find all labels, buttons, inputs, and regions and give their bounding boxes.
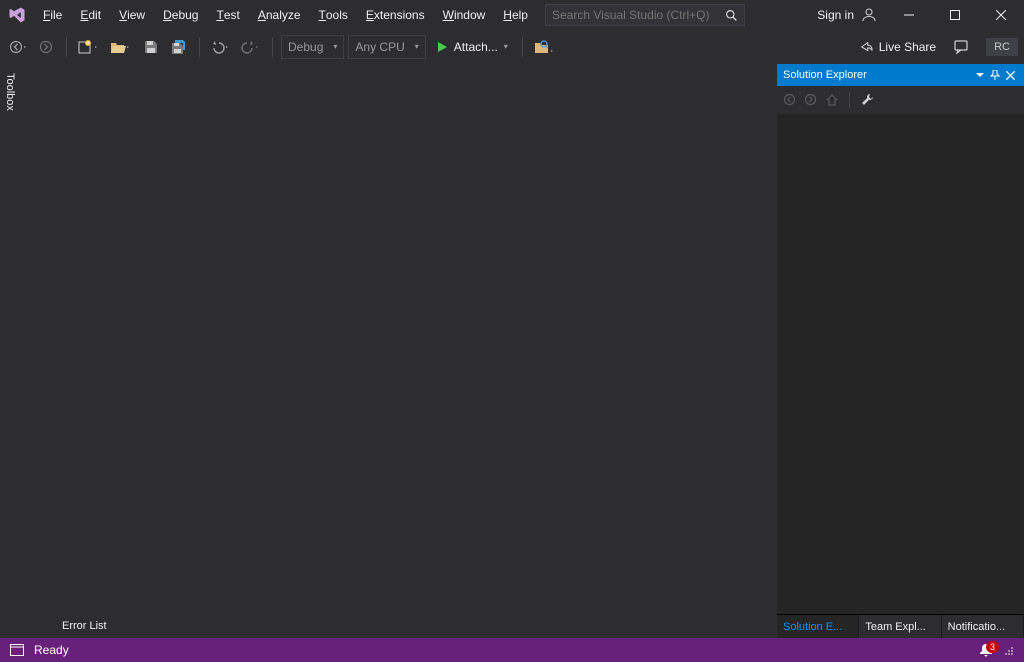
share-icon <box>859 40 873 54</box>
menu-help[interactable]: Help <box>494 0 537 30</box>
menubar: FileEditViewDebugTestAnalyzeToolsExtensi… <box>34 0 537 30</box>
sign-in-button[interactable]: Sign in <box>809 6 886 24</box>
save-all-button[interactable] <box>167 35 191 59</box>
menu-tools[interactable]: Tools <box>310 0 357 30</box>
status-text: Ready <box>34 643 69 657</box>
vs-logo <box>0 6 34 24</box>
chevron-down-icon: ▾ <box>333 42 337 51</box>
menu-test[interactable]: Test <box>207 0 248 30</box>
menu-edit[interactable]: Edit <box>71 0 110 30</box>
live-share-label: Live Share <box>879 40 936 54</box>
error-list-label: Error List <box>62 620 107 632</box>
nav-forward-button[interactable] <box>34 35 58 59</box>
solution-explorer-panel: Solution Explorer Solution E...Team Expl… <box>776 64 1024 638</box>
resize-grip-icon[interactable] <box>1003 645 1014 656</box>
nav-back-button[interactable] <box>6 35 30 59</box>
panel-toolbar <box>777 86 1024 114</box>
nav-back-icon <box>783 93 796 106</box>
toolbox-label: Toolbox <box>3 70 17 114</box>
sign-in-label: Sign in <box>817 8 854 22</box>
rc-badge: RC <box>986 38 1018 56</box>
user-icon <box>860 6 878 24</box>
solution-tree[interactable] <box>777 114 1024 614</box>
panel-tab-1[interactable]: Team Expl... <box>859 615 941 638</box>
main-area: Toolbox Error List Solution Explorer Sol… <box>0 64 1024 638</box>
toolbar: Debug ▾ Any CPU ▾ Attach... ▾ Live Share… <box>0 30 1024 64</box>
configuration-label: Debug <box>288 40 323 54</box>
window-controls <box>886 0 1024 30</box>
menu-file[interactable]: File <box>34 0 71 30</box>
nav-forward-icon <box>804 93 817 106</box>
maximize-button[interactable] <box>932 0 978 30</box>
chevron-down-icon: ▾ <box>415 42 419 51</box>
play-icon <box>436 41 448 53</box>
wrench-icon[interactable] <box>860 93 874 107</box>
configuration-combo[interactable]: Debug ▾ <box>281 35 344 59</box>
open-file-button[interactable] <box>107 35 135 59</box>
search-box[interactable] <box>545 4 745 26</box>
menu-extensions[interactable]: Extensions <box>357 0 434 30</box>
live-share-button[interactable]: Live Share <box>851 40 944 54</box>
close-button[interactable] <box>978 0 1024 30</box>
panel-menu-icon[interactable] <box>973 71 987 79</box>
platform-combo[interactable]: Any CPU ▾ <box>348 35 425 59</box>
home-icon <box>825 93 839 107</box>
save-button[interactable] <box>139 35 163 59</box>
menu-window[interactable]: Window <box>434 0 495 30</box>
search-input[interactable] <box>552 8 721 22</box>
search-icon <box>725 9 738 22</box>
toolbox-panel-tab[interactable]: Toolbox <box>0 64 24 638</box>
platform-label: Any CPU <box>355 40 404 54</box>
undo-button[interactable] <box>208 35 234 59</box>
panel-close-icon[interactable] <box>1003 71 1018 80</box>
pin-icon[interactable] <box>987 70 1003 80</box>
editor-area: Error List <box>24 64 776 638</box>
statusbar: Ready 3 <box>0 638 1024 662</box>
window-frame-icon <box>10 644 24 656</box>
panel-titlebar[interactable]: Solution Explorer <box>777 64 1024 86</box>
redo-button[interactable] <box>238 35 264 59</box>
chevron-down-icon: ▾ <box>504 42 508 51</box>
new-project-button[interactable] <box>75 35 103 59</box>
menu-view[interactable]: View <box>110 0 154 30</box>
feedback-button[interactable] <box>948 35 976 59</box>
titlebar: FileEditViewDebugTestAnalyzeToolsExtensi… <box>0 0 1024 30</box>
error-list-tab[interactable]: Error List <box>52 615 117 638</box>
panel-tab-2[interactable]: Notificatio... <box>942 615 1024 638</box>
panel-tabs: Solution E...Team Expl...Notificatio... <box>777 614 1024 638</box>
panel-title: Solution Explorer <box>783 69 973 81</box>
minimize-button[interactable] <box>886 0 932 30</box>
find-in-files-button[interactable] <box>531 35 559 59</box>
notification-count: 3 <box>986 641 999 653</box>
menu-analyze[interactable]: Analyze <box>249 0 310 30</box>
notifications-button[interactable]: 3 <box>979 643 993 657</box>
attach-button[interactable]: Attach... ▾ <box>430 35 514 59</box>
menu-debug[interactable]: Debug <box>154 0 207 30</box>
attach-label: Attach... <box>454 40 498 54</box>
panel-tab-0[interactable]: Solution E... <box>777 615 859 638</box>
